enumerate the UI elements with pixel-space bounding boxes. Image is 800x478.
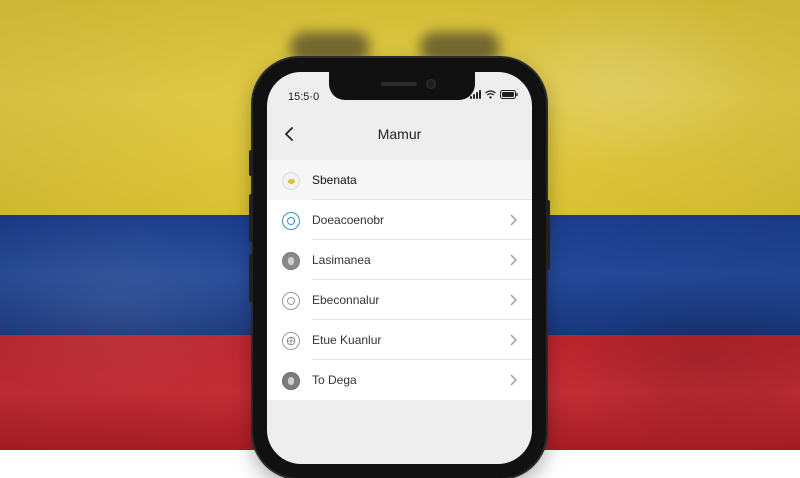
menu-item-doeacoenobr[interactable]: Doeacoenobr bbox=[267, 200, 532, 240]
notch bbox=[329, 72, 475, 100]
battery-icon bbox=[500, 89, 518, 99]
speaker bbox=[381, 82, 417, 86]
gray-person-icon bbox=[282, 372, 300, 390]
mute-switch bbox=[249, 150, 253, 176]
phone-screen: 15:5·0 Mamur Sbenata Doeacoenobr Lasiman… bbox=[267, 72, 532, 464]
menu-item-etue-kuanlur[interactable]: Etue Kuanlur bbox=[267, 320, 532, 360]
menu-item-to-dega[interactable]: To Dega bbox=[267, 360, 532, 400]
menu-item-label: Ebeconnalur bbox=[312, 293, 380, 307]
nav-bar: Mamur bbox=[267, 116, 532, 156]
gray-globe-icon bbox=[282, 332, 300, 350]
volume-up-button bbox=[249, 194, 253, 242]
menu-item-sbenata[interactable]: Sbenata bbox=[267, 160, 532, 200]
menu-item-ebeconnalur[interactable]: Ebeconnalur bbox=[267, 280, 532, 320]
blue-circle-icon bbox=[282, 212, 300, 230]
page-title: Mamur bbox=[377, 126, 422, 142]
chevron-right-icon bbox=[510, 334, 517, 346]
front-camera bbox=[427, 80, 435, 88]
menu-item-label: Etue Kuanlur bbox=[312, 333, 382, 347]
menu-list: Sbenata Doeacoenobr Lasimanea Ebeconnalu… bbox=[267, 160, 532, 400]
volume-down-button bbox=[249, 254, 253, 302]
menu-item-label: Sbenata bbox=[312, 173, 357, 187]
menu-item-label: Doeacoenobr bbox=[312, 213, 385, 227]
phone: 15:5·0 Mamur Sbenata Doeacoenobr Lasiman… bbox=[249, 58, 550, 478]
chevron-right-icon bbox=[510, 214, 517, 226]
menu-item-label: Lasimanea bbox=[312, 253, 371, 267]
menu-item-lasimanea[interactable]: Lasimanea bbox=[267, 240, 532, 280]
wifi-icon bbox=[485, 89, 496, 99]
menu-item-label: To Dega bbox=[312, 373, 357, 387]
power-button bbox=[546, 200, 550, 270]
signal-icon bbox=[470, 89, 481, 99]
gray-circle-icon bbox=[282, 292, 300, 310]
status-icons bbox=[470, 89, 518, 99]
chevron-right-icon bbox=[510, 294, 517, 306]
gray-person-icon bbox=[282, 252, 300, 270]
status-time: 15:5·0 bbox=[288, 91, 320, 103]
chevron-right-icon bbox=[510, 254, 517, 266]
chevron-right-icon bbox=[510, 374, 517, 386]
yellow-dot-icon bbox=[282, 172, 300, 190]
